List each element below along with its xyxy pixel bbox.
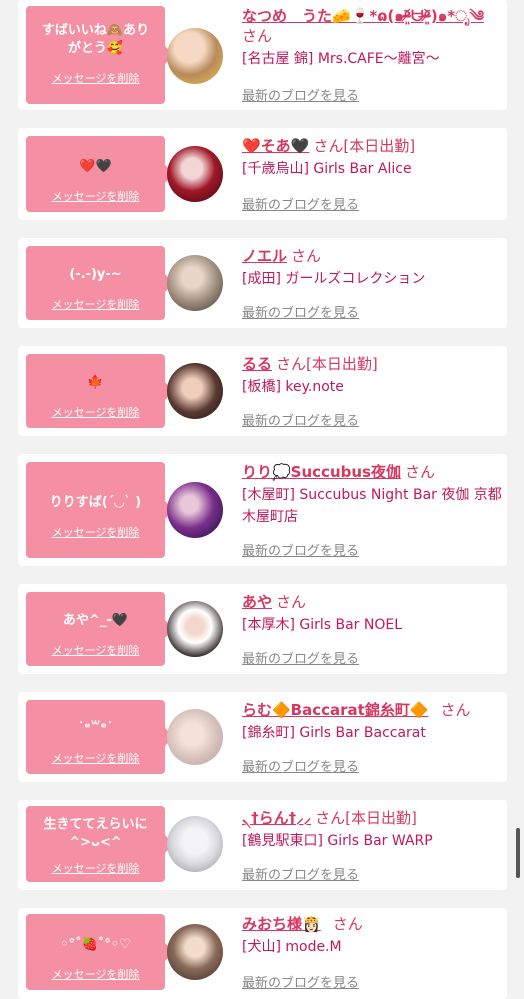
shop-name: [本厚木] Girls Bar NOEL: [242, 617, 403, 633]
shop-name: [成田] ガールズコレクション: [242, 271, 426, 287]
list-item: (-.-)y-~ メッセージを削除 ノエル さん [成田] ガールズコレクション …: [18, 238, 507, 328]
cast-name-link[interactable]: りり💭Succubus夜伽: [242, 463, 401, 481]
message-text: りりすば(´◡` ): [49, 495, 142, 510]
honorific: さん: [291, 247, 322, 265]
latest-blog-link[interactable]: 最新のブログを見る: [242, 756, 359, 775]
message-bubble: 🍁 メッセージを削除: [26, 354, 174, 428]
message-text: 生きててえらいに ^>ᴗ<^: [43, 817, 148, 850]
scrollbar-thumb[interactable]: [516, 828, 520, 878]
list-item: ◦°˚🍓˚°◦♡ メッセージを削除 みおち様👸🏻 さん [犬山] mode.M 最…: [18, 908, 507, 999]
latest-blog-link[interactable]: 最新のブログを見る: [242, 302, 359, 321]
avatar[interactable]: [167, 601, 223, 657]
shop-name: [犬山] mode.M: [242, 939, 342, 955]
latest-blog-link[interactable]: 最新のブログを見る: [242, 972, 359, 991]
status-badge: [本日出勤]: [306, 355, 378, 373]
latest-blog-link[interactable]: 最新のブログを見る: [242, 410, 359, 429]
message-bubble: あや^_-🖤 メッセージを削除: [26, 592, 174, 666]
list-item: すばいいね🙈あり がとう🥰 メッセージを削除 なつめ うた🧀🍷*ɷ(๑ᵒ̴̶̷͈…: [18, 0, 507, 110]
message-bubble: ˙ᵉ꒳ᵉ˙ メッセージを削除: [26, 700, 174, 774]
shop-name: [板橋] key.note: [242, 379, 344, 395]
delete-message-link[interactable]: メッセージを削除: [26, 966, 165, 982]
message-bubble: (-.-)y-~ メッセージを削除: [26, 246, 174, 320]
cast-info: ৲†らん†⸝⸝ さん[本日出勤] [鶴見駅東口] Girls Bar WARP 最…: [242, 808, 504, 883]
cast-info: らむ🔶Baccarat錦糸町🔶 さん [錦糸町] Girls Bar Baccar…: [242, 700, 504, 775]
avatar[interactable]: [167, 255, 223, 311]
avatar[interactable]: [167, 482, 223, 538]
avatar[interactable]: [167, 816, 223, 872]
delete-message-link[interactable]: メッセージを削除: [26, 860, 165, 876]
list-item: りりすば(´◡` ) メッセージを削除 りり💭Succubus夜伽 さん [木屋町…: [18, 454, 507, 566]
delete-message-link[interactable]: メッセージを削除: [26, 642, 165, 658]
delete-message-link[interactable]: メッセージを削除: [26, 524, 165, 540]
list-item: 生きててえらいに ^>ᴗ<^ メッセージを削除 ৲†らん†⸝⸝ さん[本日出勤] …: [18, 800, 507, 890]
cast-name-link[interactable]: ❤️そあ🖤: [242, 137, 309, 155]
delete-message-link[interactable]: メッセージを削除: [26, 70, 165, 86]
latest-blog-link[interactable]: 最新のブログを見る: [242, 194, 359, 213]
cast-name-link[interactable]: あや: [242, 593, 272, 611]
list-item: あや^_-🖤 メッセージを削除 あや さん [本厚木] Girls Bar NOE…: [18, 584, 507, 674]
avatar[interactable]: [167, 28, 223, 84]
cast-name-link[interactable]: ノエル: [242, 247, 287, 265]
message-bubble: ◦°˚🍓˚°◦♡ メッセージを削除: [26, 914, 174, 990]
cast-name-link[interactable]: なつめ うた🧀🍷*ɷ(๑ᵒ̴̶̷͈᷄ᗨᵒ̴̶̷͈᷅)๑*ೃ༄: [242, 7, 484, 25]
honorific: さん: [440, 701, 471, 719]
cast-info: ノエル さん [成田] ガールズコレクション 最新のブログを見る: [242, 246, 504, 321]
message-text: すばいいね🙈あり がとう🥰: [41, 23, 150, 56]
honorific: さん: [276, 355, 307, 373]
latest-blog-link[interactable]: 最新のブログを見る: [242, 540, 359, 559]
avatar[interactable]: [167, 146, 223, 202]
shop-name: [錦糸町] Girls Bar Baccarat: [242, 725, 426, 741]
shop-name: [鶴見駅東口] Girls Bar WARP: [242, 833, 433, 849]
latest-blog-link[interactable]: 最新のブログを見る: [242, 85, 359, 104]
message-text: (-.-)y-~: [69, 267, 122, 282]
cast-name-link[interactable]: ৲†らん†⸝⸝: [242, 809, 311, 827]
message-bubble: すばいいね🙈あり がとう🥰 メッセージを削除: [26, 6, 174, 104]
message-text: あや^_-🖤: [63, 613, 128, 628]
cast-info: あや さん [本厚木] Girls Bar NOEL 最新のブログを見る: [242, 592, 504, 667]
cast-info: ❤️そあ🖤 さん[本日出勤] [千歳烏山] Girls Bar Alice 最新の…: [242, 136, 504, 213]
honorific: さん: [313, 137, 344, 155]
status-badge: [本日出勤]: [345, 809, 417, 827]
message-text: ❤️🖤: [79, 159, 112, 174]
cast-info: りり💭Succubus夜伽 さん [木屋町] Succubus Night Bar…: [242, 462, 504, 559]
delete-message-link[interactable]: メッセージを削除: [26, 404, 165, 420]
list-item: ˙ᵉ꒳ᵉ˙ メッセージを削除 らむ🔶Baccarat錦糸町🔶 さん [錦糸町] G…: [18, 692, 507, 782]
honorific: さん: [276, 593, 307, 611]
delete-message-link[interactable]: メッセージを削除: [26, 296, 165, 312]
shop-name: [木屋町] Succubus Night Bar 夜伽 京都木屋町店: [242, 487, 502, 525]
delete-message-link[interactable]: メッセージを削除: [26, 188, 165, 204]
latest-blog-link[interactable]: 最新のブログを見る: [242, 648, 359, 667]
message-text: ◦°˚🍓˚°◦♡: [60, 937, 131, 952]
latest-blog-link[interactable]: 最新のブログを見る: [242, 864, 359, 883]
shop-name: [名古屋 錦] Mrs.CAFE〜離宮〜: [242, 51, 440, 67]
shop-name: [千歳烏山] Girls Bar Alice: [242, 161, 412, 177]
message-text: 🍁: [87, 375, 104, 390]
status-badge: [本日出勤]: [343, 137, 416, 155]
avatar[interactable]: [167, 709, 223, 765]
honorific: さん: [242, 27, 273, 45]
cast-info: みおち様👸🏻 さん [犬山] mode.M 最新のブログを見る: [242, 914, 504, 991]
list-item: 🍁 メッセージを削除 るる さん[本日出勤] [板橋] key.note 最新のブ…: [18, 346, 507, 436]
avatar[interactable]: [167, 924, 223, 980]
list-item: ❤️🖤 メッセージを削除 ❤️そあ🖤 さん[本日出勤] [千歳烏山] Girls …: [18, 128, 507, 220]
delete-message-link[interactable]: メッセージを削除: [26, 750, 165, 766]
honorific: さん: [404, 463, 435, 481]
cast-name-link[interactable]: るる: [242, 355, 272, 373]
cast-name-link[interactable]: みおち様👸🏻: [242, 915, 321, 933]
message-text: ˙ᵉ꒳ᵉ˙: [77, 721, 114, 736]
cast-name-link[interactable]: らむ🔶Baccarat錦糸町🔶: [242, 701, 429, 719]
message-bubble: ❤️🖤 メッセージを削除: [26, 136, 174, 212]
cast-info: なつめ うた🧀🍷*ɷ(๑ᵒ̴̶̷͈᷄ᗨᵒ̴̶̷͈᷅)๑*ೃ༄ さん [名古屋 錦…: [242, 6, 504, 70]
message-bubble: 生きててえらいに ^>ᴗ<^ メッセージを削除: [26, 806, 174, 882]
honorific: さん: [315, 809, 346, 827]
message-bubble: りりすば(´◡` ) メッセージを削除: [26, 462, 174, 558]
avatar[interactable]: [167, 363, 223, 419]
cast-info: るる さん[本日出勤] [板橋] key.note 最新のブログを見る: [242, 354, 504, 429]
honorific: さん: [332, 915, 363, 933]
